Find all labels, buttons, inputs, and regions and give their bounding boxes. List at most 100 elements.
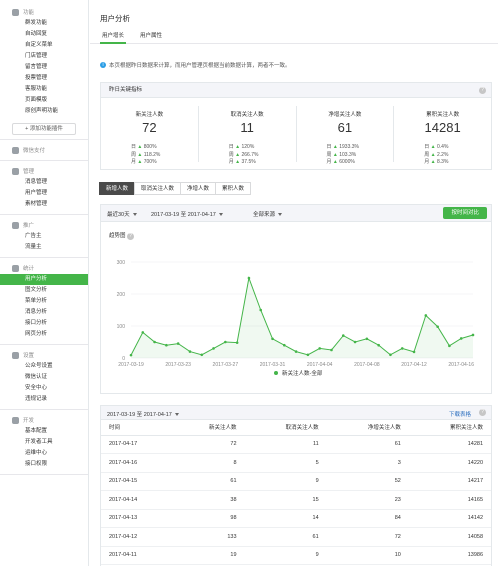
source-select[interactable]: 全部来源	[253, 210, 283, 218]
data-point	[389, 353, 392, 357]
sidebar-item[interactable]: 流量主	[0, 242, 88, 253]
add-plugin-button[interactable]: + 添加功能插件	[12, 123, 76, 135]
source-label: 全部来源	[253, 212, 276, 218]
date-range-select[interactable]: 2017-03-19 至 2017-04-17	[151, 210, 223, 218]
change-percent: 2.2%	[437, 151, 449, 158]
sidebar-item[interactable]: 用户分析	[0, 274, 88, 285]
sidebar-item[interactable]: 广告主	[0, 231, 88, 242]
kpi-card: 新关注人数 72 日 ▲ 800% 周 ▲ 118.2% 月 ▲ 700%	[101, 106, 199, 165]
table-header-row: 时间 新关注人数 取消关注人数 净增关注人数 累积关注人数	[101, 420, 491, 436]
sidebar-item[interactable]: 图文分析	[0, 285, 88, 296]
sidebar-item[interactable]: 素材管理	[0, 199, 88, 210]
data-point	[176, 342, 180, 345]
sidebar-group-header: 推广	[0, 219, 88, 231]
chevron-down-icon	[174, 413, 179, 417]
table-row: 2017-04-17 72 11 61 14281	[101, 435, 491, 454]
kpi-change-rows: 日 ▲ 120% 周 ▲ 266.7% 月 ▲ 37.5%	[229, 144, 259, 167]
kpi-change-rows: 日 ▲ 1933.3% 周 ▲ 103.3% 月 ▲ 6000%	[327, 144, 360, 167]
sidebar-group-header[interactable]: 微信支付	[0, 144, 88, 156]
kpi-value: 61	[337, 120, 353, 135]
sidebar-item[interactable]: 开发者工具	[0, 437, 88, 448]
column-header[interactable]: 时间	[101, 420, 174, 436]
sidebar-item[interactable]: 公众号设置	[0, 361, 88, 372]
sidebar-item[interactable]: 网页分析	[0, 329, 88, 340]
table-row: 2017-04-12 133 61 72 14058	[101, 527, 491, 547]
sidebar-item[interactable]: 微信认证	[0, 372, 88, 383]
filter-tab-new[interactable]: 新增人数	[99, 182, 136, 195]
table-cell: 61	[173, 472, 245, 491]
data-point	[283, 343, 286, 347]
sidebar-item[interactable]: 页面模版	[0, 95, 88, 106]
sidebar-group-title: 微信支付	[23, 148, 46, 154]
sidebar-item[interactable]: 投票管理	[0, 73, 88, 84]
change-percent: 0.4%	[437, 144, 449, 150]
data-point	[224, 340, 227, 344]
key-metrics-header: 昨日关键指标 ?	[101, 83, 491, 98]
kpi-change-row: 日 ▲ 800%	[131, 144, 160, 152]
table-cell: 98	[173, 509, 245, 528]
column-header[interactable]: 累积关注人数	[408, 420, 491, 436]
x-tick-label: 2017-03-31	[260, 362, 286, 368]
change-percent: 700%	[143, 159, 157, 165]
sidebar-item[interactable]: 用户管理	[0, 188, 88, 199]
filter-tab-cancel[interactable]: 取消关注人数	[134, 182, 182, 195]
sidebar-item[interactable]: 接口分析	[0, 318, 88, 329]
table-range-select[interactable]: 2017-03-19 至 2017-04-17	[107, 410, 179, 418]
sidebar-item[interactable]: 客服功能	[0, 84, 88, 95]
compare-by-time-button[interactable]: 按时间对比	[443, 207, 487, 219]
divider	[0, 474, 88, 475]
sidebar-item[interactable]: 门店管理	[0, 51, 88, 62]
sidebar-item[interactable]: 原创声明功能	[0, 106, 88, 117]
sidebar-item[interactable]: 违规记录	[0, 394, 88, 405]
sidebar-item[interactable]: 安全中心	[0, 383, 88, 394]
sidebar-item[interactable]: 留言管理	[0, 62, 88, 73]
tab-bar: 用户增长 用户属性	[90, 29, 498, 44]
kpi-change-row: 月 ▲ 6000%	[327, 159, 360, 167]
change-percent: 800%	[143, 144, 157, 150]
table-cell: 2017-04-15	[101, 472, 174, 491]
table-cell: 14281	[408, 435, 491, 454]
kpi-label: 取消关注人数	[230, 112, 264, 118]
sidebar-item[interactable]: 运维中心	[0, 448, 88, 459]
column-header[interactable]: 新关注人数	[173, 420, 245, 436]
tab-user-attributes[interactable]: 用户属性	[138, 29, 164, 44]
column-header[interactable]: 取消关注人数	[244, 420, 327, 436]
table-cell: 2017-04-13	[101, 509, 174, 528]
table-cell: 52	[326, 472, 409, 491]
sidebar-item[interactable]: 自定义菜单	[0, 40, 88, 51]
data-point	[212, 347, 215, 350]
table-cell: 14142	[408, 509, 491, 528]
table-cell: 11	[244, 435, 327, 454]
filter-tab-cumulative[interactable]: 累积人数	[215, 182, 252, 195]
table-cell: 38	[173, 490, 245, 510]
sidebar-item[interactable]: 消息分析	[0, 307, 88, 318]
kpi-change-rows: 日 ▲ 0.4% 周 ▲ 2.2% 月 ▲ 8.3%	[424, 144, 448, 167]
table-cell: 13986	[408, 546, 491, 565]
table-cell: 14165	[408, 490, 491, 510]
kpi-change-row: 日 ▲ 120%	[229, 144, 259, 152]
group-icon	[12, 8, 19, 16]
table-cell: 8	[173, 453, 245, 473]
page-title: 用户分析	[100, 14, 130, 23]
sidebar-item[interactable]: 群发功能	[0, 18, 88, 29]
sidebar-item[interactable]: 自动回复	[0, 29, 88, 40]
download-table-link[interactable]: 下载表格	[449, 410, 471, 418]
table-cell: 14058	[408, 527, 491, 547]
column-header[interactable]: 净增关注人数	[326, 420, 409, 436]
data-point	[353, 340, 357, 344]
arrow-up-icon: ▲	[136, 144, 144, 150]
sidebar-item[interactable]: 菜单分析	[0, 296, 88, 307]
help-icon[interactable]: ?	[479, 87, 486, 94]
period-select[interactable]: 最近30天	[107, 210, 137, 218]
group-icon	[12, 167, 19, 175]
help-icon[interactable]: ?	[479, 409, 486, 416]
sidebar-item[interactable]: 基本配置	[0, 426, 88, 437]
tab-user-growth[interactable]: 用户增长	[100, 29, 127, 44]
x-tick-label: 2017-04-12	[401, 362, 427, 368]
data-point	[412, 350, 416, 354]
data-table-panel: 2017-03-19 至 2017-04-17 下载表格 ? 时间 新关注人数 取消…	[100, 405, 492, 566]
sidebar-item[interactable]: 接口权限	[0, 459, 88, 470]
filter-tab-net[interactable]: 净增人数	[180, 182, 217, 195]
legend-marker	[274, 371, 278, 375]
sidebar-item[interactable]: 消息管理	[0, 177, 88, 188]
